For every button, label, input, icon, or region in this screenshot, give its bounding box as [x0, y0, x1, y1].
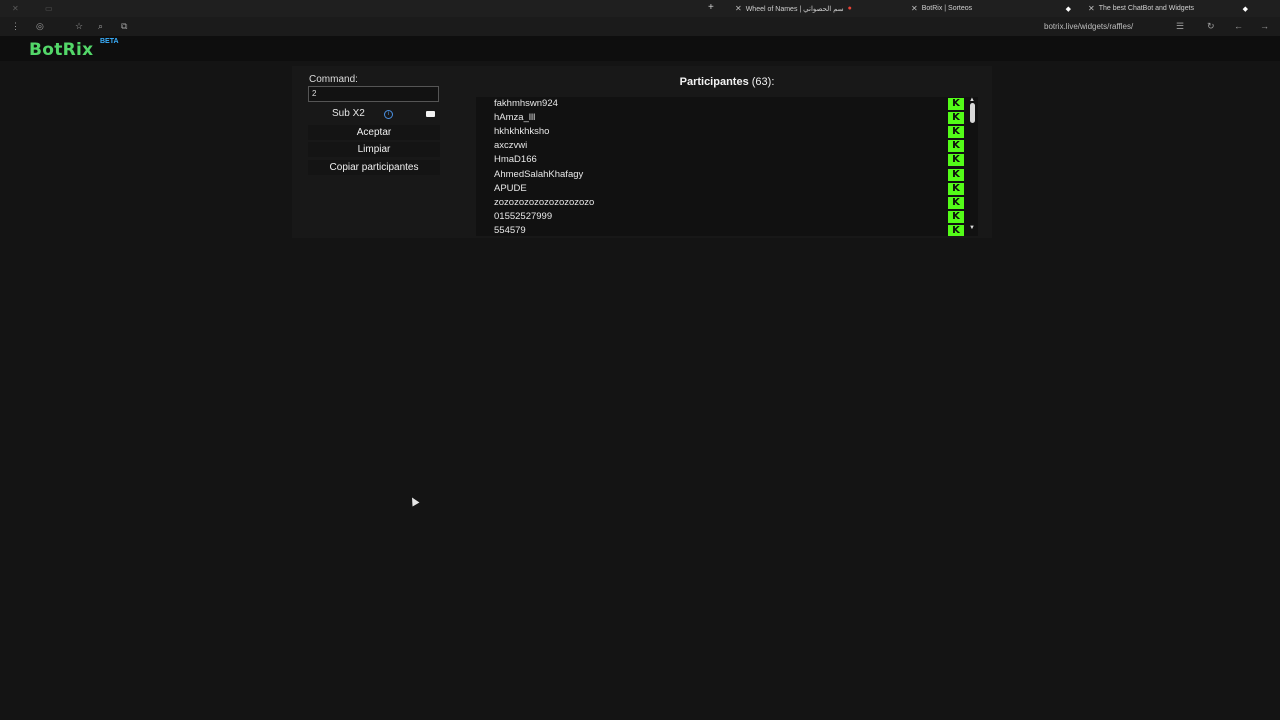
sub-x2-row: Sub X2 i [308, 107, 440, 121]
clear-button[interactable]: Limpiar [308, 142, 440, 157]
new-tab-plus-icon[interactable]: + [708, 2, 714, 13]
list-item[interactable]: hkhkhkhksho K [494, 125, 964, 139]
kick-icon: K [948, 154, 964, 166]
participants-title: Participantes (63): [476, 76, 978, 88]
list-item[interactable]: AhmedSalahKhafagy K [494, 168, 964, 182]
list-item[interactable]: axczvwi K [494, 139, 964, 153]
kick-icon: K [948, 169, 964, 181]
eye-icon[interactable]: ◎ [36, 21, 44, 32]
kick-icon: K [948, 183, 964, 195]
list-item[interactable]: hAmza_lll K [494, 111, 964, 125]
forward-icon[interactable]: → [1260, 21, 1269, 31]
participant-name: HmaD166 [494, 154, 537, 165]
reload-icon[interactable]: ↻ [1207, 21, 1215, 32]
command-label: Command: [309, 74, 358, 85]
participant-name: hkhkhkhksho [494, 126, 550, 137]
kick-icon: K [948, 98, 964, 110]
list-item[interactable]: HmaD166 K [494, 153, 964, 167]
tune-icon[interactable]: ☰ [1176, 21, 1184, 32]
botrix-logo[interactable]: BotRix [29, 40, 93, 60]
participant-name: 554579 [494, 225, 526, 236]
botrix-favicon-icon: ◆ [1065, 5, 1071, 13]
list-item[interactable]: APUDE K [494, 182, 964, 196]
participant-name: fakhmhswn924 [494, 98, 558, 109]
participant-name: APUDE [494, 183, 527, 194]
wheel-favicon-icon: ● [847, 5, 852, 12]
tab-close-icon[interactable]: ✕ [735, 4, 742, 13]
list-item[interactable]: fakhmhswn924 K [494, 97, 964, 111]
participant-name: axczvwi [494, 140, 528, 151]
beta-badge: BETA [100, 38, 119, 45]
kick-icon: K [948, 140, 964, 152]
back-icon[interactable]: ← [1234, 21, 1243, 31]
browser-address-bar: ⋮ ◎ ☆ ⌕ ⧉ botrix.live/widgets/raffles/ ☰… [0, 17, 1280, 36]
browser-tab-strip: ✕ ▭ + ✕ Wheel of Names | سم الحصواني ● ✕… [0, 0, 1280, 17]
list-item[interactable]: 554579 K [494, 224, 964, 236]
kick-icon: K [948, 211, 964, 223]
participant-name: 01552527999 [494, 211, 553, 222]
participants-title-label: Participantes [679, 76, 749, 88]
kick-icon: K [948, 197, 964, 209]
screenshot-icon[interactable]: ⧉ [121, 21, 127, 32]
info-icon[interactable]: i [384, 110, 393, 119]
tab-title: BotRix | Sorteos [921, 5, 973, 12]
tab-close-icon[interactable]: ✕ [911, 4, 918, 13]
mouse-cursor-icon [408, 495, 420, 507]
tab-best-chatbot[interactable]: ✕ The best ChatBot and Widgets ◆ [1088, 2, 1248, 15]
search-icon[interactable]: ⌕ [98, 21, 103, 32]
scroll-down-arrow-icon[interactable]: ▼ [969, 225, 975, 231]
app-header [0, 36, 1280, 61]
copy-participants-button[interactable]: Copiar participantes [308, 160, 440, 175]
participant-name: zozozozozozozozozozo [494, 197, 595, 208]
participant-name: AhmedSalahKhafagy [494, 169, 584, 180]
tab-close-icon[interactable]: ✕ [1088, 4, 1095, 13]
tab-botrix-sorteos[interactable]: ✕ BotRix | Sorteos ◆ [911, 2, 1071, 15]
participants-list[interactable]: fakhmhswn924 K hAmza_lll K hkhkhkhksho K… [476, 97, 978, 236]
kick-icon: K [948, 112, 964, 124]
participant-name: hAmza_lll [494, 112, 536, 123]
participants-count: (63): [751, 76, 775, 88]
scroll-thumb[interactable] [970, 103, 975, 123]
tab-wheel-of-names[interactable]: ✕ Wheel of Names | سم الحصواني ● [735, 2, 895, 15]
kick-icon: K [948, 126, 964, 138]
command-input[interactable] [308, 86, 439, 102]
menu-dots-icon[interactable]: ⋮ [11, 21, 20, 32]
list-item[interactable]: 01552527999 K [494, 210, 964, 224]
list-item[interactable]: zozozozozozozozozozo K [494, 196, 964, 210]
botrix-favicon-icon: ◆ [1242, 5, 1248, 13]
accept-button[interactable]: Aceptar [308, 125, 440, 140]
window-close-icon[interactable]: ✕ [12, 4, 19, 13]
sub-x2-label: Sub X2 [332, 108, 365, 119]
url-text[interactable]: botrix.live/widgets/raffles/ [1044, 22, 1133, 31]
kick-icon: K [948, 225, 964, 236]
window-minimize-icon[interactable]: ▭ [45, 4, 53, 13]
tab-title: Wheel of Names | سم الحصواني [745, 5, 844, 13]
star-icon[interactable]: ☆ [75, 21, 83, 32]
tab-title: The best ChatBot and Widgets [1098, 5, 1195, 12]
participants-scrollbar[interactable]: ▲ ▼ [968, 97, 978, 236]
sub-x2-checkbox[interactable] [426, 111, 435, 117]
